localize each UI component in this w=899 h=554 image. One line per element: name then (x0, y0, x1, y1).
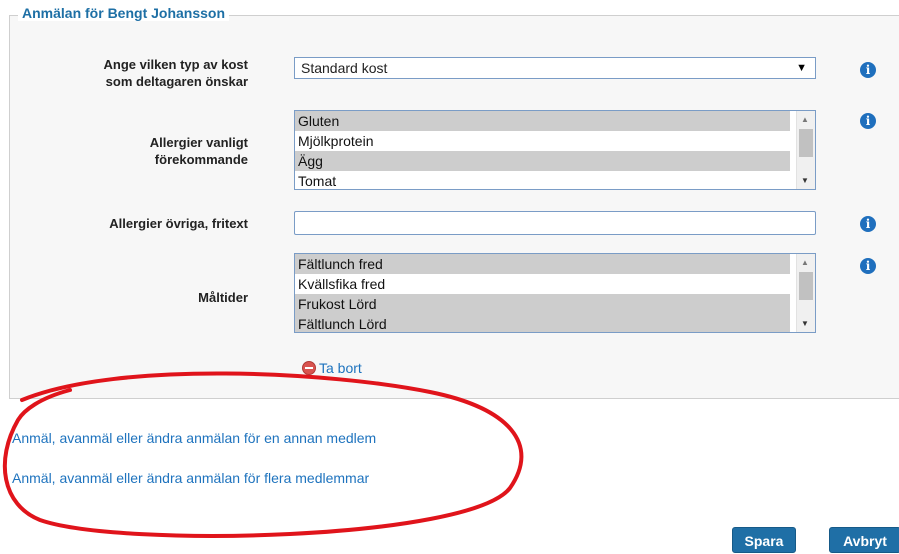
meals-listbox[interactable]: Fältlunch fred Kvällsfika fred Frukost L… (294, 253, 816, 333)
info-icon[interactable]: i (860, 216, 876, 232)
allergies-common-label: Allergier vanligt förekommande (60, 134, 248, 168)
allergies-common-label-line1: Allergier vanligt (149, 135, 248, 150)
allergy-option[interactable]: Tomat (295, 171, 790, 189)
diet-label-line2: som deltagaren önskar (105, 74, 248, 89)
info-icon[interactable]: i (860, 113, 876, 129)
allergies-other-label: Allergier övriga, fritext (109, 216, 248, 231)
allergies-other-input[interactable] (294, 211, 816, 235)
scroll-up-icon[interactable]: ▲ (801, 258, 809, 267)
diet-label-line1: Ange vilken typ av kost (103, 57, 249, 72)
remove-link[interactable]: Ta bort (302, 360, 362, 376)
form-legend: Anmälan för Bengt Johansson (18, 5, 230, 21)
listbox-scrollbar[interactable]: ▲ ▼ (796, 111, 815, 189)
dropdown-arrow-icon: ▼ (796, 62, 807, 74)
scrollbar-thumb[interactable] (799, 272, 813, 300)
scroll-down-icon[interactable]: ▼ (801, 319, 809, 328)
scroll-up-icon[interactable]: ▲ (801, 115, 809, 124)
meal-option[interactable]: Fältlunch fred (295, 254, 790, 274)
meal-option[interactable]: Kvällsfika fred (295, 274, 790, 294)
meal-option[interactable]: Frukost Lörd (295, 294, 790, 314)
allergy-option[interactable]: Ägg (295, 151, 790, 171)
remove-icon (302, 361, 316, 375)
meals-label: Måltider (198, 290, 248, 305)
allergies-common-label-line2: förekommande (154, 152, 248, 167)
save-button[interactable]: Spara (732, 527, 796, 553)
other-member-link[interactable]: Anmäl, avanmäl eller ändra anmälan för e… (12, 430, 376, 446)
remove-label: Ta bort (319, 360, 362, 376)
diet-select[interactable]: Standard kost ▼ (294, 57, 816, 79)
allergy-option[interactable]: Gluten (295, 111, 790, 131)
allergies-common-listbox[interactable]: Gluten Mjölkprotein Ägg Tomat ▲ ▼ (294, 110, 816, 190)
cancel-button[interactable]: Avbryt (829, 527, 899, 553)
scroll-down-icon[interactable]: ▼ (801, 176, 809, 185)
diet-select-value: Standard kost (301, 60, 388, 76)
diet-label: Ange vilken typ av kost som deltagaren ö… (60, 56, 249, 90)
meal-option[interactable]: Fältlunch Lörd (295, 314, 790, 332)
scrollbar-thumb[interactable] (799, 129, 813, 157)
allergy-option[interactable]: Mjölkprotein (295, 131, 790, 151)
info-icon[interactable]: i (860, 258, 876, 274)
listbox-scrollbar[interactable]: ▲ ▼ (796, 254, 815, 332)
info-icon[interactable]: i (860, 62, 876, 78)
multiple-members-link[interactable]: Anmäl, avanmäl eller ändra anmälan för f… (12, 470, 369, 486)
